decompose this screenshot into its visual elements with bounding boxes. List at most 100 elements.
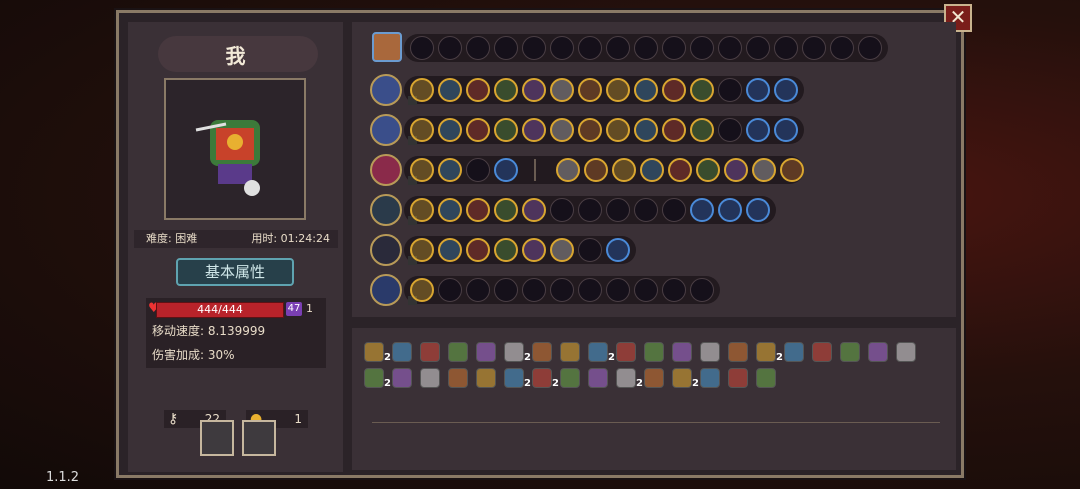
upgrade-slot[interactable] [410,118,434,142]
equipment-slot-1[interactable] [200,420,234,456]
upgrade-slot[interactable] [752,158,776,182]
upgrade-slot[interactable] [718,198,742,222]
upgrade-slot[interactable] [578,118,602,142]
empty-slot[interactable] [466,36,490,60]
empty-slot[interactable] [634,278,658,302]
upgrade-slot[interactable] [634,78,658,102]
weapon-icon[interactable] [370,274,402,306]
upgrade-slot[interactable] [466,198,490,222]
upgrade-slot[interactable] [522,118,546,142]
empty-slot[interactable] [718,78,742,102]
upgrade-slot[interactable] [606,118,630,142]
inventory-item[interactable] [476,342,496,362]
empty-slot[interactable] [578,238,602,262]
upgrade-slot[interactable] [606,238,630,262]
empty-slot[interactable] [858,36,882,60]
empty-slot[interactable] [606,198,630,222]
empty-slot[interactable] [522,278,546,302]
upgrade-slot[interactable] [438,158,462,182]
empty-slot[interactable] [606,278,630,302]
inventory-item[interactable] [532,342,552,362]
inventory-item[interactable] [840,342,860,362]
empty-slot[interactable] [634,198,658,222]
upgrade-slot[interactable] [410,278,434,302]
empty-slot[interactable] [662,198,686,222]
upgrade-slot[interactable] [438,198,462,222]
inventory-item[interactable] [448,368,468,388]
upgrade-slot[interactable] [612,158,636,182]
inventory-item[interactable] [588,342,608,362]
upgrade-slot[interactable] [438,118,462,142]
upgrade-slot[interactable] [690,78,714,102]
upgrade-slot[interactable] [494,238,518,262]
upgrade-slot[interactable] [668,158,692,182]
upgrade-slot[interactable] [662,118,686,142]
empty-slot[interactable] [662,36,686,60]
inventory-item[interactable] [588,368,608,388]
inventory-item[interactable] [560,342,580,362]
inventory-item[interactable] [476,368,496,388]
upgrade-slot[interactable] [746,118,770,142]
inventory-item[interactable] [700,368,720,388]
weapon-icon[interactable] [370,154,402,186]
upgrade-slot[interactable] [662,78,686,102]
empty-slot[interactable] [802,36,826,60]
upgrade-slot[interactable] [410,158,434,182]
inventory-item[interactable] [560,368,580,388]
empty-slot[interactable] [830,36,854,60]
weapon-icon[interactable] [370,74,402,106]
inventory-item[interactable] [364,342,384,362]
upgrade-slot[interactable] [438,238,462,262]
upgrade-slot[interactable] [634,118,658,142]
empty-slot[interactable] [718,36,742,60]
upgrade-slot[interactable] [780,158,804,182]
inventory-item[interactable] [616,368,636,388]
empty-slot[interactable] [718,118,742,142]
upgrade-slot[interactable] [696,158,720,182]
upgrade-slot[interactable] [410,78,434,102]
empty-slot[interactable] [774,36,798,60]
upgrade-slot[interactable] [774,78,798,102]
upgrade-slot[interactable] [522,78,546,102]
upgrade-slot[interactable] [522,198,546,222]
inventory-item[interactable] [756,342,776,362]
upgrade-slot[interactable] [550,118,574,142]
weapon-icon[interactable] [370,114,402,146]
upgrade-slot[interactable] [550,78,574,102]
inventory-item[interactable] [392,368,412,388]
inventory-item[interactable] [784,342,804,362]
inventory-item[interactable] [644,342,664,362]
inventory-item[interactable] [672,342,692,362]
upgrade-slot[interactable] [466,238,490,262]
empty-slot[interactable] [522,36,546,60]
inventory-item[interactable] [504,342,524,362]
empty-slot[interactable] [578,36,602,60]
upgrade-slot[interactable] [690,118,714,142]
inventory-item[interactable] [392,342,412,362]
upgrade-slot[interactable] [640,158,664,182]
inventory-item[interactable] [728,368,748,388]
inventory-item[interactable] [896,342,916,362]
empty-slot[interactable] [494,278,518,302]
empty-slot[interactable] [466,158,490,182]
upgrade-slot[interactable] [522,238,546,262]
empty-slot[interactable] [690,278,714,302]
empty-slot[interactable] [662,278,686,302]
inventory-item[interactable] [868,342,888,362]
upgrade-slot[interactable] [584,158,608,182]
empty-slot[interactable] [746,36,770,60]
upgrade-slot[interactable] [466,78,490,102]
inventory-item[interactable] [420,368,440,388]
chest-icon[interactable] [372,32,402,62]
upgrade-slot[interactable] [606,78,630,102]
weapon-icon[interactable] [370,234,402,266]
upgrade-slot[interactable] [494,198,518,222]
inventory-item[interactable] [672,368,692,388]
empty-slot[interactable] [550,198,574,222]
upgrade-slot[interactable] [746,78,770,102]
upgrade-slot[interactable] [438,78,462,102]
upgrade-slot[interactable] [724,158,748,182]
empty-slot[interactable] [438,278,462,302]
upgrade-slot[interactable] [466,118,490,142]
inventory-item[interactable] [532,368,552,388]
